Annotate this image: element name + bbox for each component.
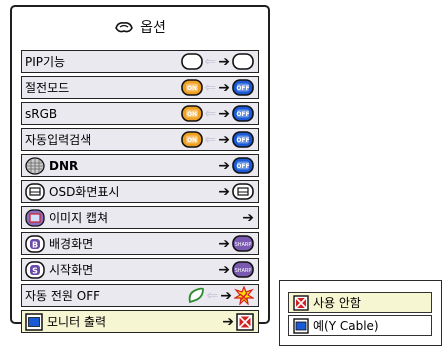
arrow-left-icon: ⇐ <box>204 131 217 148</box>
menu-row-value[interactable]: ➔ OFF <box>218 156 254 175</box>
osd-icon <box>25 182 45 201</box>
menu-rows: PIP기능 ⇐ ➔ 절전모드 ON ⇐ ➔ OFF sRGB ON ⇐ ➔ OFF <box>21 50 259 336</box>
options-icon <box>114 19 134 35</box>
burst-icon <box>234 286 254 305</box>
menu-row-value[interactable]: ➔ SHARP <box>218 260 254 279</box>
menu-row[interactable]: PIP기능 ⇐ ➔ <box>21 50 259 73</box>
menu-row-label: 자동 전원 OFF <box>25 289 101 303</box>
svg-text:B: B <box>32 240 38 249</box>
state-on-icon: ON <box>180 79 203 96</box>
arrow-right-icon: ➔ <box>220 287 232 304</box>
menu-row-label: 이미지 캡쳐 <box>49 211 109 225</box>
osd-state-icon <box>232 183 254 200</box>
menu-row-label: OSD화면표시 <box>49 185 120 199</box>
state-on-icon: ON <box>180 131 203 148</box>
state-off-icon: OFF <box>232 105 254 122</box>
menu-row[interactable]: sRGB ON ⇐ ➔ OFF <box>21 102 259 125</box>
svg-text:ON: ON <box>186 85 196 92</box>
svg-text:OFF: OFF <box>236 137 249 144</box>
svg-text:OFF: OFF <box>236 85 249 92</box>
menu-row-label: sRGB <box>25 106 58 121</box>
arrow-right-icon: ➔ <box>242 209 254 226</box>
menu-row-label: 자동입력검색 <box>25 133 92 147</box>
menu-title: 옵션 <box>140 20 166 36</box>
svg-text:ON: ON <box>186 137 196 144</box>
menu-row-value[interactable]: ON ⇐ ➔ OFF <box>180 130 254 149</box>
state-blank-icon <box>232 53 254 70</box>
submenu-item-y-cable[interactable]: 예(Y Cable) <box>288 315 432 336</box>
state-blank-icon <box>180 53 203 70</box>
svg-text:SHARP: SHARP <box>235 242 252 248</box>
arrow-left-icon: ⇐ <box>206 287 219 304</box>
menu-row[interactable]: 이미지 캡쳐 ➔ <box>21 206 259 229</box>
options-menu-panel: 옵션 PIP기능 ⇐➔ 절전모드 ON ⇐➔ OFF sRGB ON ⇐➔ <box>10 5 270 333</box>
leaf-icon <box>187 287 205 304</box>
menu-row[interactable]: S 시작화면 ➔ SHARP <box>21 258 259 281</box>
menu-title-bar: 옵션 <box>12 10 268 44</box>
menu-row-value[interactable]: ➔ <box>218 182 254 201</box>
capture-icon <box>25 208 45 227</box>
menu-row-value[interactable]: ➔ <box>222 312 254 331</box>
menu-row[interactable]: DNR ➔ OFF <box>21 154 259 177</box>
arrow-left-icon: ⇐ <box>204 79 217 96</box>
svg-text:ON: ON <box>186 111 196 118</box>
arrow-right-icon: ➔ <box>218 53 230 70</box>
submenu-item-disabled[interactable]: 사용 안함 <box>288 292 432 313</box>
menu-row-value[interactable]: ⇐ ➔ <box>180 52 254 71</box>
monitor-x-icon <box>236 312 254 331</box>
menu-row-label: DNR <box>49 158 79 173</box>
arrow-left-icon: ⇐ <box>204 105 217 122</box>
dnr-icon <box>25 156 45 175</box>
menu-row-value[interactable]: ON ⇐ ➔ OFF <box>180 78 254 97</box>
svg-text:OFF: OFF <box>236 163 249 170</box>
startup-icon: S <box>25 260 45 279</box>
menu-row-value[interactable]: ON ⇐ ➔ OFF <box>180 104 254 123</box>
svg-text:SHARP: SHARP <box>235 268 252 274</box>
arrow-right-icon: ➔ <box>218 157 230 174</box>
state-off-icon: OFF <box>232 79 254 96</box>
menu-row-label: PIP기능 <box>25 55 66 69</box>
menu-row-value[interactable]: ➔ <box>242 208 254 227</box>
menu-row[interactable]: 모니터 출력 ➔ <box>21 310 259 333</box>
menu-row[interactable]: 절전모드 ON ⇐ ➔ OFF <box>21 76 259 99</box>
menu-row[interactable]: 자동 전원 OFF ⇐ ➔ <box>21 284 259 307</box>
sharp-logo-icon: SHARP <box>232 261 254 278</box>
arrow-right-icon: ➔ <box>218 183 230 200</box>
state-off-icon: OFF <box>232 131 254 148</box>
menu-row-value[interactable]: ⇐ ➔ <box>187 286 254 305</box>
monitor-output-submenu: 사용 안함 예(Y Cable) <box>279 280 442 346</box>
state-on-icon: ON <box>180 105 203 122</box>
menu-row-label: 절전모드 <box>25 81 70 95</box>
menu-row[interactable]: 자동입력검색 ON ⇐ ➔ OFF <box>21 128 259 151</box>
arrow-right-icon: ➔ <box>222 313 234 330</box>
sharp-logo-icon: SHARP <box>232 235 254 252</box>
menu-row[interactable]: B 배경화면 ➔ SHARP <box>21 232 259 255</box>
menu-row-label: 배경화면 <box>49 237 94 251</box>
state-off-icon: OFF <box>232 157 254 174</box>
menu-row[interactable]: OSD화면표시 ➔ <box>21 180 259 203</box>
arrow-right-icon: ➔ <box>218 131 230 148</box>
arrow-right-icon: ➔ <box>218 79 230 96</box>
arrow-right-icon: ➔ <box>218 261 230 278</box>
arrow-right-icon: ➔ <box>218 105 230 122</box>
menu-row-label: 시작화면 <box>49 263 94 277</box>
monitor-x-icon <box>293 294 309 311</box>
svg-text:S: S <box>32 266 38 275</box>
arrow-right-icon: ➔ <box>218 235 230 252</box>
background-icon: B <box>25 234 45 253</box>
submenu-item-label: 예(Y Cable) <box>313 319 379 333</box>
monitor-icon <box>293 317 309 334</box>
monitor-icon <box>25 312 43 331</box>
menu-row-label: 모니터 출력 <box>47 315 107 329</box>
menu-row-value[interactable]: ➔ SHARP <box>218 234 254 253</box>
svg-text:OFF: OFF <box>236 111 249 118</box>
arrow-left-icon: ⇐ <box>204 53 217 70</box>
submenu-item-label: 사용 안함 <box>313 296 361 310</box>
